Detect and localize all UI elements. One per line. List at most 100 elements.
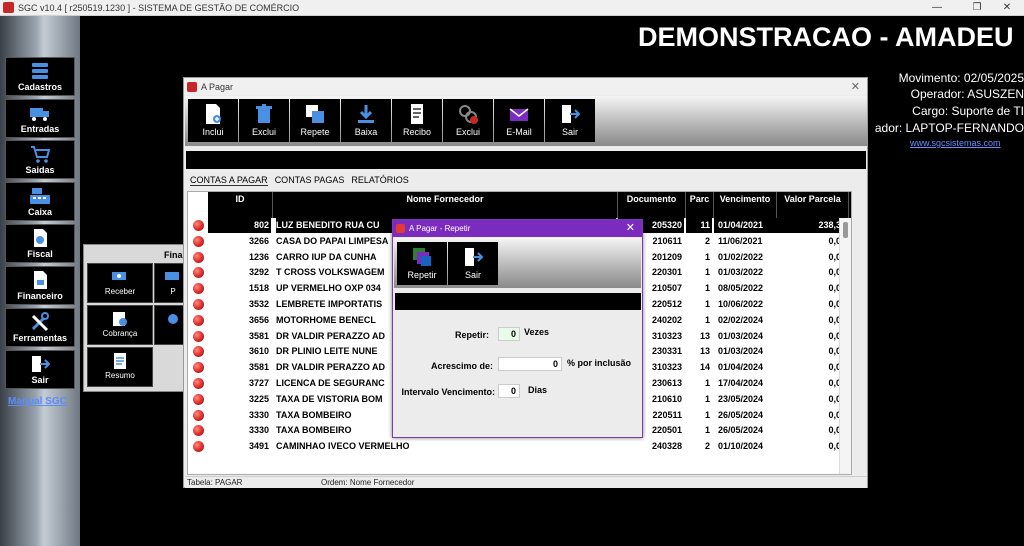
cell-venc: 01/02/2022 <box>718 251 764 262</box>
cobranca-button[interactable]: Cobrança <box>87 305 153 345</box>
cell-parc: 11 <box>686 218 712 233</box>
tools-icon <box>31 312 49 332</box>
email-button[interactable]: E-Mail <box>494 99 544 142</box>
cell-parc: 2 <box>704 441 710 452</box>
repete-button[interactable]: Repete <box>290 99 340 142</box>
repetir-button[interactable]: Repetir <box>397 242 447 285</box>
close-button[interactable]: ✕ <box>990 0 1024 16</box>
repetir-field-label: Repetir: <box>454 330 489 340</box>
tab-relatorios[interactable]: RELATÓRIOS <box>351 175 408 185</box>
grid-header: ID Nome Fornecedor Documento Parc Vencim… <box>208 192 851 218</box>
cell-parc: 1 <box>704 378 710 388</box>
tab-contas-pagas[interactable]: CONTAS PAGAS <box>275 175 345 185</box>
col-vencimento[interactable]: Vencimento <box>714 192 777 218</box>
intervalo-input[interactable]: 0 <box>498 384 520 398</box>
col-valor-parcela[interactable]: Valor Parcela <box>777 192 849 218</box>
status-dot-icon <box>193 362 204 374</box>
financeiro-panel: Fina Receber P Cobrança Resumo <box>83 244 193 392</box>
minimize-button[interactable]: — <box>920 0 954 16</box>
cell-venc: 01/04/2021 <box>714 218 777 233</box>
email-label: E-Mail <box>506 127 532 137</box>
download-icon <box>358 105 374 123</box>
sidebar-item-label: Caixa <box>27 207 53 217</box>
cell-parc: 1 <box>704 283 710 294</box>
fiscal-document-icon <box>34 229 47 247</box>
exclui-button[interactable]: Exclui <box>239 99 289 142</box>
manual-link[interactable]: Manual SGC <box>8 396 67 407</box>
cell-parc: 1 <box>704 393 710 404</box>
dialog-sair-button[interactable]: Sair <box>448 242 498 285</box>
resumo-button[interactable]: Resumo <box>87 347 153 387</box>
cell-nome: CAMINHAO IVECO VERMELHO <box>276 441 410 452</box>
repetir-label: Repetir <box>407 270 437 280</box>
dialog-close-button[interactable]: ✕ <box>626 221 635 234</box>
exclui-link-label: Exclui <box>455 127 480 137</box>
cell-id: 3330 <box>248 409 269 420</box>
sidebar-item-financeiro[interactable]: Financeiro <box>5 266 75 305</box>
col-parc[interactable]: Parc <box>686 192 714 218</box>
cell-parc: 2 <box>704 235 710 246</box>
repetir-unit: Vezes <box>524 327 550 337</box>
receber-button[interactable]: Receber <box>87 263 153 303</box>
sidebar-item-label: Saidas <box>25 165 55 175</box>
table-row[interactable]: 3491 CAMINHAO IVECO VERMELHO 240328 2 01/10/… <box>188 439 851 454</box>
baixa-label: Baixa <box>354 127 378 137</box>
cell-id: 3727 <box>248 378 269 388</box>
status-dot-icon <box>193 393 204 405</box>
partial-icon <box>168 314 178 324</box>
col-documento[interactable]: Documento <box>618 192 686 218</box>
status-ordem: Ordem: Nome Fornecedor <box>321 478 415 487</box>
cell-id: 3491 <box>248 441 269 452</box>
sidebar-item-saidas[interactable]: Saidas <box>5 140 75 179</box>
cobranca-label: Cobrança <box>102 329 138 338</box>
exclui-link-button[interactable]: Exclui <box>443 99 493 142</box>
sidebar-item-cadastros[interactable]: Cadastros <box>5 57 75 96</box>
status-dot-icon <box>193 330 204 342</box>
status-dot-icon <box>193 220 204 231</box>
sidebar-item-fiscal[interactable]: Fiscal <box>5 224 75 263</box>
dialog-sair-label: Sair <box>464 270 481 280</box>
app-logo-icon <box>3 2 14 13</box>
scroll-thumb[interactable] <box>843 222 848 238</box>
sidebar-item-label: Entradas <box>20 124 60 134</box>
cell-id: 802 <box>208 218 271 233</box>
cell-venc: 23/05/2024 <box>718 393 764 404</box>
recibo-button[interactable]: Recibo <box>392 99 442 142</box>
cell-venc: 01/03/2022 <box>718 267 764 278</box>
sair-button[interactable]: Sair <box>545 99 595 142</box>
cell-venc: 17/04/2024 <box>718 378 764 388</box>
col-id[interactable]: ID <box>208 192 273 218</box>
tab-contas-a-pagar[interactable]: CONTAS A PAGAR <box>190 175 268 186</box>
status-dot-icon <box>193 267 204 279</box>
acrescimo-input[interactable]: 0 <box>498 357 562 371</box>
sair-label: Sair <box>561 127 578 137</box>
sidebar-item-entradas[interactable]: Entradas <box>5 99 75 138</box>
pay-icon <box>165 272 179 280</box>
cell-id: 3581 <box>248 362 269 373</box>
inclui-button[interactable]: Inclui <box>188 99 238 142</box>
sidebar-item-sair[interactable]: Sair <box>5 350 75 389</box>
repetir-input[interactable]: 0 <box>498 327 520 341</box>
cell-id: 1518 <box>248 283 269 294</box>
cell-parc: 1 <box>704 409 710 420</box>
cell-parc: 1 <box>704 425 710 436</box>
operador-info: Operador: ASUSZEN <box>910 87 1024 101</box>
acrescimo-field-label: Acrescimo de: <box>430 361 493 371</box>
sidebar-item-ferramentas[interactable]: Ferramentas <box>5 308 75 347</box>
restore-button[interactable]: ❐ <box>960 0 994 16</box>
window-close-button[interactable]: ✕ <box>851 80 860 93</box>
status-bar: Tabela: PAGAR Ordem: Nome Fornecedor <box>185 476 867 488</box>
cell-parc: 1 <box>704 299 710 309</box>
baixa-button[interactable]: Baixa <box>341 99 391 142</box>
status-dot-icon <box>193 441 204 453</box>
main-area: Cadastros Entradas Saidas Caixa Fiscal F… <box>0 16 1024 546</box>
cell-venc: 01/03/2024 <box>718 346 764 357</box>
grid-scrollbar[interactable] <box>839 218 851 474</box>
status-dot-icon <box>193 409 204 421</box>
cell-venc: 01/03/2024 <box>718 330 764 341</box>
status-dot-icon <box>193 251 204 263</box>
col-nome-fornecedor[interactable]: Nome Fornecedor <box>273 192 618 218</box>
cell-parc: 14 <box>699 362 710 373</box>
sidebar-item-caixa[interactable]: Caixa <box>5 182 75 221</box>
website-link[interactable]: www.sgcsistemas.com <box>910 138 1001 148</box>
